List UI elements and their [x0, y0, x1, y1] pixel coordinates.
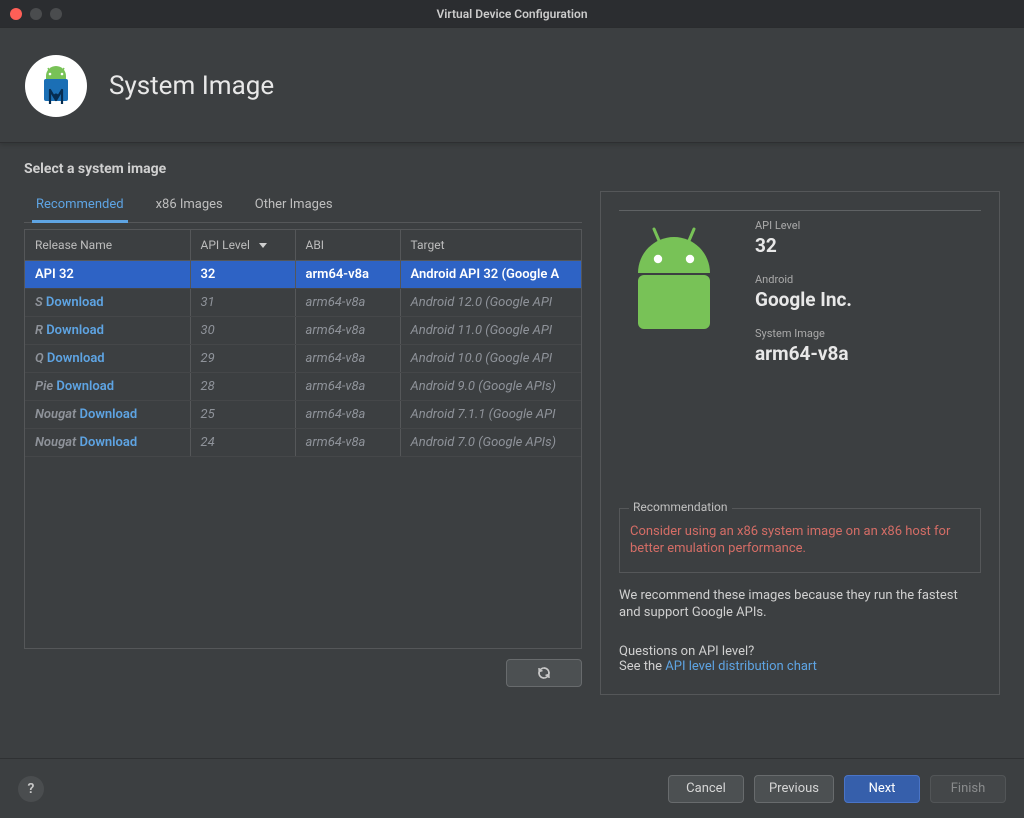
cell-abi: arm64-v8a [295, 261, 400, 289]
cell-release-name: Nougat Download [25, 429, 190, 457]
cell-abi: arm64-v8a [295, 289, 400, 317]
refresh-icon [536, 665, 552, 681]
cell-release-name: Nougat Download [25, 401, 190, 429]
see-the-text: See the [619, 659, 665, 674]
cell-api-level: 25 [190, 401, 295, 429]
system-image-table[interactable]: Release Name API Level ABI Target API 32… [24, 229, 582, 649]
api-level-help: Questions on API level? See the API leve… [619, 644, 981, 674]
close-window-button[interactable] [10, 8, 22, 20]
refresh-button[interactable] [506, 659, 582, 687]
api-level-value: 32 [755, 234, 852, 257]
download-link[interactable]: Download [46, 323, 104, 338]
finish-button: Finish [930, 775, 1006, 803]
cell-target: Android 7.0 (Google APIs) [400, 429, 581, 457]
next-button[interactable]: Next [844, 775, 920, 803]
cell-abi: arm64-v8a [295, 345, 400, 373]
download-link[interactable]: Download [56, 379, 114, 394]
window-controls [10, 8, 62, 20]
recommendation-title: Recommendation [629, 500, 732, 514]
android-icon [628, 225, 720, 333]
wizard-icon [25, 55, 87, 117]
col-abi[interactable]: ABI [295, 230, 400, 261]
cell-release-name: S Download [25, 289, 190, 317]
cell-target: Android 12.0 (Google API [400, 289, 581, 317]
banner-title: System Image [109, 71, 274, 101]
cell-api-level: 30 [190, 317, 295, 345]
cell-api-level: 29 [190, 345, 295, 373]
api-level-question: Questions on API level? [619, 644, 981, 659]
android-illustration [619, 225, 729, 365]
recommendation-box: Recommendation Consider using an x86 sys… [619, 508, 981, 573]
content: Select a system image Recommended x86 Im… [0, 143, 1024, 758]
table-row[interactable]: R Download30arm64-v8aAndroid 11.0 (Googl… [25, 317, 581, 345]
cell-release-name: Q Download [25, 345, 190, 373]
cell-api-level: 32 [190, 261, 295, 289]
col-api-level-label: API Level [201, 238, 250, 252]
cell-release-name: R Download [25, 317, 190, 345]
download-link[interactable]: Download [46, 295, 104, 310]
footer: ? Cancel Previous Next Finish [0, 758, 1024, 818]
cell-abi: arm64-v8a [295, 373, 400, 401]
table-row[interactable]: Q Download29arm64-v8aAndroid 10.0 (Googl… [25, 345, 581, 373]
table-row[interactable]: Nougat Download24arm64-v8aAndroid 7.0 (G… [25, 429, 581, 457]
tab-x86-images[interactable]: x86 Images [152, 191, 227, 223]
cancel-button[interactable]: Cancel [668, 775, 744, 803]
help-button[interactable]: ? [18, 776, 44, 802]
table-row[interactable]: Pie Download28arm64-v8aAndroid 9.0 (Goog… [25, 373, 581, 401]
sort-desc-icon [259, 243, 267, 248]
details-panel: API Level 32 Android Google Inc. System … [600, 191, 1000, 695]
tab-other-images[interactable]: Other Images [251, 191, 337, 223]
recommendation-body: Consider using an x86 system image on an… [619, 508, 981, 573]
cell-abi: arm64-v8a [295, 401, 400, 429]
cell-api-level: 28 [190, 373, 295, 401]
col-api-level[interactable]: API Level [190, 230, 295, 261]
col-target[interactable]: Target [400, 230, 581, 261]
titlebar: Virtual Device Configuration [0, 0, 1024, 28]
cell-target: Android 10.0 (Google API [400, 345, 581, 373]
table-row[interactable]: API 3232arm64-v8aAndroid API 32 (Google … [25, 261, 581, 289]
section-subhead: Select a system image [24, 161, 1000, 177]
android-studio-icon [36, 66, 76, 106]
minimize-window-button[interactable] [30, 8, 42, 20]
api-distribution-link[interactable]: API level distribution chart [665, 659, 817, 674]
cell-api-level: 24 [190, 429, 295, 457]
details-info: API Level 32 Android Google Inc. System … [755, 219, 852, 365]
cell-release-name: API 32 [25, 261, 190, 289]
cell-abi: arm64-v8a [295, 429, 400, 457]
api-level-label: API Level [755, 219, 852, 232]
window-title: Virtual Device Configuration [436, 7, 587, 21]
cell-target: Android 9.0 (Google APIs) [400, 373, 581, 401]
col-release-name[interactable]: Release Name [25, 230, 190, 261]
details-top: API Level 32 Android Google Inc. System … [619, 210, 981, 365]
table-header-row: Release Name API Level ABI Target [25, 230, 581, 261]
cell-target: Android API 32 (Google A [400, 261, 581, 289]
cell-api-level: 31 [190, 289, 295, 317]
columns: Recommended x86 Images Other Images Rele… [24, 191, 1000, 758]
vendor-label: Android [755, 273, 852, 286]
previous-button[interactable]: Previous [754, 775, 834, 803]
table-row[interactable]: S Download31arm64-v8aAndroid 12.0 (Googl… [25, 289, 581, 317]
refresh-row [24, 659, 582, 687]
left-panel: Recommended x86 Images Other Images Rele… [24, 191, 582, 758]
table-row[interactable]: Nougat Download25arm64-v8aAndroid 7.1.1 … [25, 401, 581, 429]
cell-target: Android 7.1.1 (Google API [400, 401, 581, 429]
window: Virtual Device Configuration System Imag… [0, 0, 1024, 818]
download-link[interactable]: Download [80, 435, 138, 450]
vendor-value: Google Inc. [755, 288, 852, 311]
table-empty-area [25, 457, 581, 648]
download-link[interactable]: Download [47, 351, 105, 366]
banner: System Image [0, 28, 1024, 143]
tabs: Recommended x86 Images Other Images [24, 191, 582, 223]
system-image-value: arm64-v8a [755, 342, 852, 365]
recommendation-note: We recommend these images because they r… [619, 587, 981, 622]
cell-target: Android 11.0 (Google API [400, 317, 581, 345]
cell-abi: arm64-v8a [295, 317, 400, 345]
maximize-window-button[interactable] [50, 8, 62, 20]
cell-release-name: Pie Download [25, 373, 190, 401]
system-image-label: System Image [755, 327, 852, 340]
download-link[interactable]: Download [80, 407, 138, 422]
tab-recommended[interactable]: Recommended [32, 191, 128, 223]
